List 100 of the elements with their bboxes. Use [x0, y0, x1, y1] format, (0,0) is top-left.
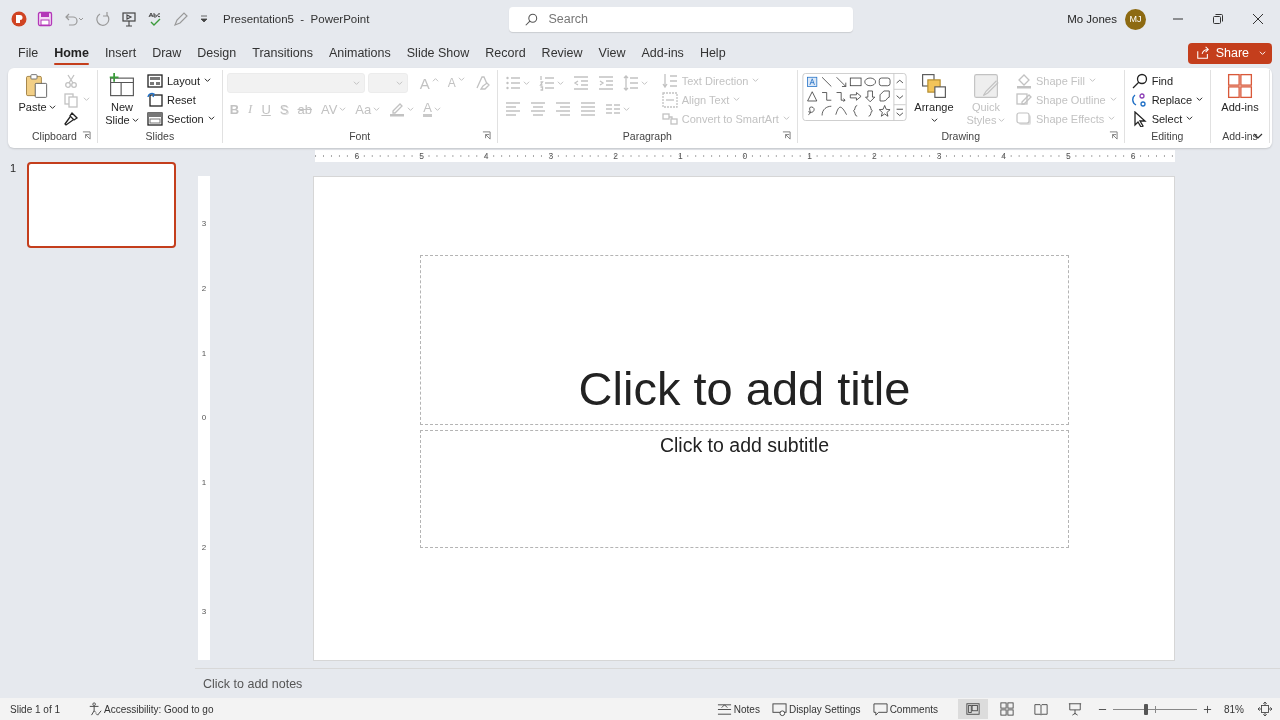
comments-button[interactable]: Comments: [866, 699, 944, 719]
ruler-label: 6: [353, 150, 361, 162]
ruler-label: 3: [200, 606, 208, 619]
ruler-label: 0: [741, 150, 749, 162]
slide-thumbnail[interactable]: [27, 162, 176, 248]
ruler-label: 2: [200, 541, 208, 554]
slide-number: 1: [10, 162, 18, 174]
decrease-indent-icon: [572, 75, 589, 91]
ribbon-tab[interactable]: Home: [46, 41, 97, 65]
ribbon-tab[interactable]: Help: [691, 41, 734, 65]
user-avatar[interactable]: MJ: [1125, 8, 1146, 30]
normal-view-button[interactable]: [958, 699, 988, 719]
align-right-icon: [554, 101, 571, 117]
ruler-label: 5: [1065, 150, 1072, 162]
normal-view-icon: [966, 702, 980, 716]
monitor-icon: [771, 701, 787, 717]
dialog-launcher-icon[interactable]: [781, 131, 791, 140]
select-button[interactable]: Select: [1128, 109, 1206, 128]
dialog-launcher-icon[interactable]: [82, 131, 91, 140]
add-ins-button[interactable]: Add-ins: [1215, 70, 1265, 114]
group-label: Slides: [145, 129, 175, 142]
zoom-in-icon[interactable]: [1203, 704, 1212, 714]
accessibility-button[interactable]: Accessibility: Good to go: [82, 699, 220, 719]
ruler-label: 1: [676, 150, 684, 162]
section-button[interactable]: Section: [144, 109, 218, 128]
paste-button[interactable]: Paste: [16, 70, 58, 114]
line-spacing-icon: [622, 75, 639, 91]
ribbon-tab[interactable]: File: [10, 41, 47, 65]
ruler-label: 6: [1129, 150, 1137, 162]
ruler-label: 4: [482, 150, 490, 162]
bullet-list-icon: [504, 75, 521, 91]
pen-icon[interactable]: [173, 11, 189, 27]
pen-square-icon: [1015, 91, 1032, 108]
ribbon-tab[interactable]: Draw: [144, 41, 190, 65]
ruler-label: 1: [200, 347, 208, 360]
find-button[interactable]: Find: [1128, 71, 1206, 90]
group-label: Drawing: [941, 129, 981, 142]
ruler-label: 2: [870, 150, 878, 162]
slider-thumb[interactable]: [1143, 703, 1148, 715]
ribbon-tab[interactable]: Record: [477, 41, 534, 65]
replace-button[interactable]: Replace: [1128, 90, 1206, 109]
arrange-button[interactable]: Arrange: [908, 70, 959, 127]
save-icon[interactable]: [37, 11, 53, 27]
scissors-icon: [63, 72, 79, 89]
overlapping-squares-icon: [919, 72, 948, 100]
user-name: Mo Jones: [1067, 13, 1117, 25]
dialog-launcher-icon[interactable]: [481, 131, 491, 140]
ruler-label: 3: [200, 218, 208, 231]
caret-icon: [1259, 49, 1266, 57]
restore-icon[interactable]: [1212, 13, 1224, 25]
window-title: Presentation5 - PowerPoint: [223, 13, 370, 25]
shadow-square-icon: [1015, 110, 1032, 127]
zoom-percent[interactable]: 81%: [1224, 703, 1244, 715]
text-direction-icon: [661, 72, 678, 89]
title-placeholder[interactable]: Click to add title: [420, 255, 1069, 425]
notes-icon: [716, 701, 732, 717]
notes-button[interactable]: Notes: [710, 699, 766, 719]
presentation-icon[interactable]: [121, 11, 137, 27]
fit-to-window-icon[interactable]: [1258, 702, 1272, 716]
ribbon-tab[interactable]: Design: [189, 41, 245, 65]
undo-icon[interactable]: [63, 11, 85, 27]
ribbon-tab[interactable]: Review: [533, 41, 591, 65]
group-label: Editing: [1151, 129, 1184, 142]
subtitle-placeholder[interactable]: Click to add subtitle: [420, 430, 1069, 548]
notes-field[interactable]: Click to add notes: [203, 676, 303, 691]
search-field[interactable]: Search: [509, 6, 854, 32]
ruler-label: 2: [612, 150, 619, 162]
ruler-label: 5: [418, 150, 425, 162]
redo-icon[interactable]: [95, 11, 111, 27]
dialog-launcher-icon[interactable]: [1108, 131, 1118, 140]
ribbon-tab[interactable]: Slide Show: [398, 41, 478, 65]
caret-icon: [431, 76, 439, 83]
ribbon-tab[interactable]: Animations: [320, 41, 399, 65]
display-settings-button[interactable]: Display Settings: [765, 699, 867, 719]
shapes-gallery[interactable]: [801, 73, 907, 121]
share-button[interactable]: Share: [1187, 42, 1272, 64]
highlighter-icon: [389, 101, 406, 117]
increase-indent-icon: [597, 75, 614, 91]
group-label: Font: [349, 129, 371, 142]
customize-toolbar-icon[interactable]: [199, 14, 209, 24]
copy-icon: [63, 91, 79, 108]
spelling-check-icon[interactable]: [147, 11, 163, 27]
comment-icon: [872, 701, 888, 717]
justify-icon: [579, 101, 596, 117]
group-label: Clipboard: [32, 129, 77, 142]
ribbon-tab[interactable]: Insert: [96, 41, 145, 65]
ruler-label: 2: [200, 283, 208, 296]
close-icon[interactable]: [1252, 13, 1264, 25]
reset-button[interactable]: Reset: [144, 90, 218, 109]
layout-button[interactable]: Layout: [144, 71, 218, 90]
new-slide-button[interactable]: New Slide: [102, 70, 142, 127]
align-text-icon: [661, 91, 678, 108]
ruler-label: 1: [200, 477, 208, 490]
ribbon-tab[interactable]: Transitions: [244, 41, 321, 65]
slide-counter: Slide 1 of 1: [10, 703, 62, 715]
ribbon-tab[interactable]: Add-ins: [633, 41, 692, 65]
group-label: Add-ins: [1222, 129, 1258, 142]
ribbon-tab[interactable]: View: [590, 41, 634, 65]
eraser-icon: [473, 75, 490, 91]
cursor-icon: [1131, 110, 1148, 127]
